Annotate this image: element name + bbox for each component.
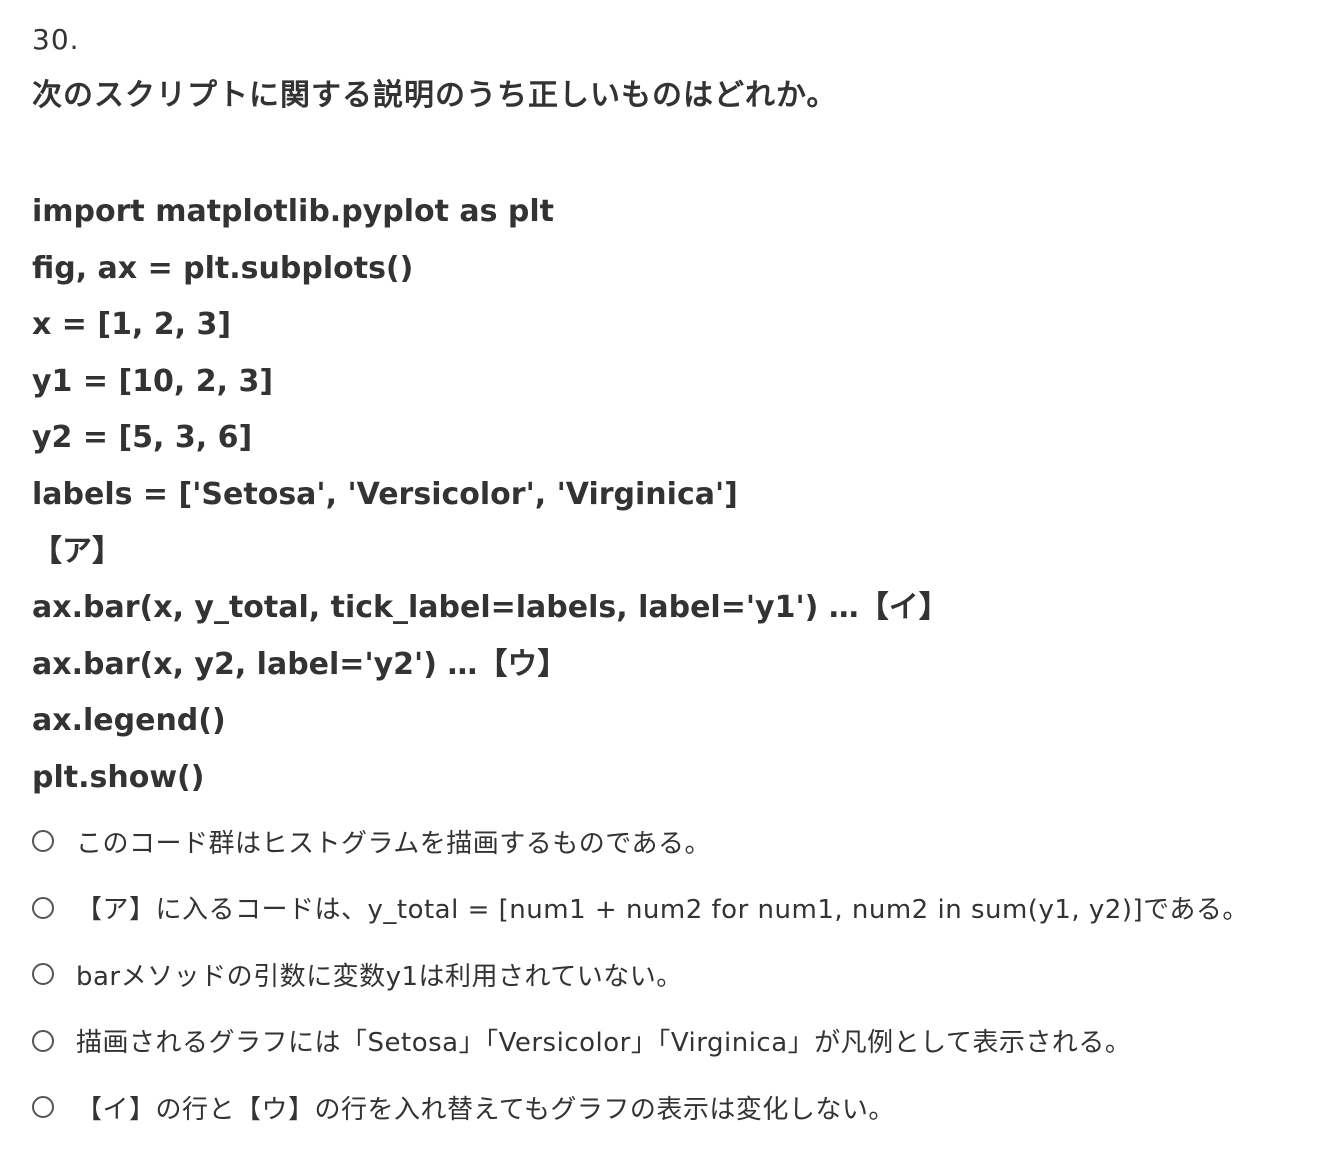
code-line: fig, ax = plt.subplots() xyxy=(32,250,414,286)
radio-button[interactable] xyxy=(32,896,54,919)
code-line: labels = ['Setosa', 'Versicolor', 'Virgi… xyxy=(32,476,738,512)
code-line: y2 = [5, 3, 6] xyxy=(32,420,253,456)
option-label[interactable]: 【ア】に入るコードは、y_total = [num1 + num2 for nu… xyxy=(76,889,1249,926)
code-line: x = [1, 2, 3] xyxy=(32,307,232,343)
code-line-placeholder-a: 【ア】 xyxy=(32,533,122,569)
code-line: import matplotlib.pyplot as plt xyxy=(32,194,555,229)
option-label[interactable]: 【イ】の行と【ウ】の行を入れ替えてもグラフの表示は変化しない。 xyxy=(76,1089,895,1126)
code-line: ax.legend() xyxy=(32,703,226,739)
option-1[interactable]: このコード群はヒストグラムを描画するものである。 xyxy=(32,808,1249,875)
option-label[interactable]: 描画されるグラフには「Setosa」「Versicolor」「Virginica… xyxy=(76,1022,1131,1059)
option-5[interactable]: 【イ】の行と【ウ】の行を入れ替えてもグラフの表示は変化しない。 xyxy=(32,1074,1249,1141)
radio-button[interactable] xyxy=(32,1096,54,1119)
option-2[interactable]: 【ア】に入るコードは、y_total = [num1 + num2 for nu… xyxy=(32,875,1249,942)
option-label[interactable]: barメソッドの引数に変数y1は利用されていない。 xyxy=(76,956,683,993)
radio-button[interactable] xyxy=(32,830,54,853)
code-line: plt.show() xyxy=(32,759,205,795)
radio-button[interactable] xyxy=(32,963,54,986)
question-title: 次のスクリプトに関する説明のうち正しいものはどれか。 xyxy=(32,78,838,113)
code-line: ax.bar(x, y2, label='y2') …【ウ】 xyxy=(32,646,568,682)
radio-button[interactable] xyxy=(32,1029,54,1052)
option-3[interactable]: barメソッドの引数に変数y1は利用されていない。 xyxy=(32,941,1249,1008)
option-4[interactable]: 描画されるグラフには「Setosa」「Versicolor」「Virginica… xyxy=(32,1008,1249,1075)
question-number: 30. xyxy=(32,23,80,56)
code-line: y1 = [10, 2, 3] xyxy=(32,363,274,399)
answer-options: このコード群はヒストグラムを描画するものである。 【ア】に入るコードは、y_to… xyxy=(32,808,1249,1141)
code-line: ax.bar(x, y_total, tick_label=labels, la… xyxy=(32,590,949,626)
option-label[interactable]: このコード群はヒストグラムを描画するものである。 xyxy=(76,823,711,860)
code-block: import matplotlib.pyplot as plt fig, ax … xyxy=(32,184,949,807)
